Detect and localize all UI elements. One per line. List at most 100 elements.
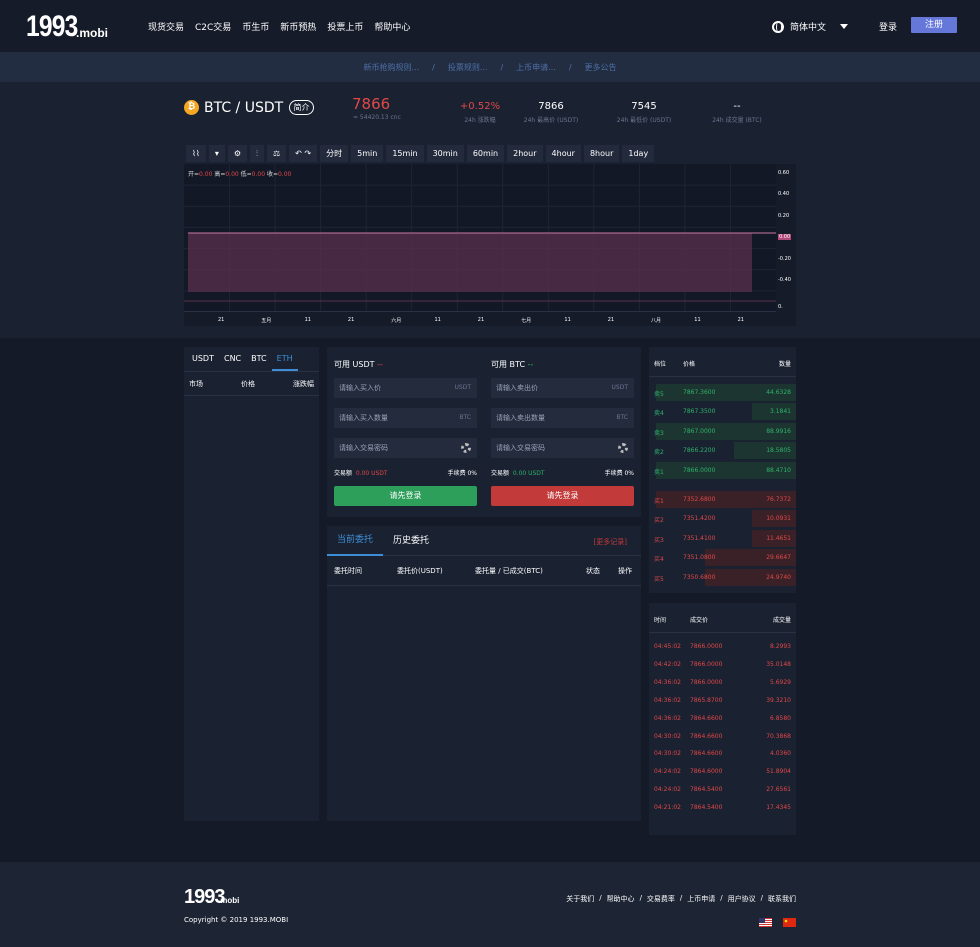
us-flag-icon[interactable] [759,918,772,927]
placeholder: 请输入卖出数量 [496,414,545,422]
tab-history-orders[interactable]: 历史委托 [383,527,439,555]
undo-icon[interactable]: ↶ ↷ [289,145,318,162]
interval-5min[interactable]: 5min [351,145,384,162]
book-level: 买3 [654,536,664,544]
book-level: 卖5 [654,391,664,398]
buy-price-input[interactable]: 请输入买入价 USDT [334,378,477,398]
book-row-sells[interactable]: 卖3 7867.0000 88.9916 [649,422,796,440]
footer-link-agreement[interactable]: 用户协议 [728,894,756,904]
unit-label: USDT [611,384,629,391]
book-row-buys[interactable]: 买2 7351.4200 10.0931 [649,510,796,528]
indicator-icon[interactable]: ⫶ [250,145,264,162]
interval-60min[interactable]: 60min [466,145,505,162]
tab-current-orders[interactable]: 当前委托 [327,526,384,556]
login-link[interactable]: 登录 [879,20,897,33]
nav-new-coin[interactable]: 新币预热 [280,20,316,33]
footer-link-about[interactable]: 关于我们 [566,894,594,904]
book-price: 7351.4100 [683,534,716,542]
notice-link[interactable]: 新币抢购规则... [363,62,419,73]
book-row-sells[interactable]: 卖4 7867.3500 3.1841 [649,403,796,421]
buy-total: 交易额 0.00 USDT 手续费 0% [334,468,477,477]
ohlc-readout: 开=0.00 高=0.00 低=0.00 收=0.00 [188,169,291,178]
book-row-sells[interactable]: 卖1 7866.0000 88.4710 [649,461,796,479]
tab-cnc[interactable]: CNC [219,347,246,371]
footer-link-contact[interactable]: 联系我们 [768,894,796,904]
footer-link-help[interactable]: 帮助中心 [607,894,635,904]
btc-coin-icon: ₿ [184,100,199,115]
interval-time[interactable]: 分时 [320,145,349,162]
interval-2hour[interactable]: 2hour [507,145,543,162]
settings-icon[interactable]: ⚙ [227,145,247,162]
chart-plot-area[interactable] [184,164,776,312]
buy-total-value: 0.00 USDT [355,470,388,477]
china-flag-icon[interactable] [783,918,796,927]
nav-vote-listing[interactable]: 投票上币 [327,20,363,33]
compare-icon[interactable]: ⚖ [267,145,287,162]
book-row-buys[interactable]: 买5 7350.6800 24.9740 [649,568,796,586]
interval-30min[interactable]: 30min [426,145,464,162]
book-row-buys[interactable]: 买3 7351.4100 11.4651 [649,529,796,547]
last-price-cny: ≈ 54420.13 cnc [353,114,401,121]
tab-eth[interactable]: ETH [271,347,298,371]
book-row-sells[interactable]: 卖5 7867.3600 44.6328 [649,384,796,401]
sell-amount-input[interactable]: 请输入卖出数量 BTC [491,408,634,428]
y-tick-label: 0. [778,304,783,310]
notice-link[interactable]: 投票规则... [448,62,488,73]
interval-4hour[interactable]: 4hour [545,145,581,162]
more-records-link[interactable]: [更多记录] [594,538,627,546]
price-area [188,233,752,292]
book-row-buys[interactable]: 买4 7351.0800 29.6647 [649,549,796,567]
gear-icon[interactable] [461,443,471,453]
unit-label: BTC [616,414,628,421]
tab-usdt[interactable]: USDT [187,347,219,371]
buy-available-value: -- [377,360,383,369]
sell-price-input[interactable]: 请输入卖出价 USDT [491,378,634,398]
sell-login-button[interactable]: 请先登录 [491,486,634,506]
book-qty: 44.6328 [766,389,791,396]
col-order-time: 委托时间 [334,566,362,575]
nav-coin-earn[interactable]: 币生币 [242,20,269,33]
tab-btc[interactable]: BTC [246,347,272,371]
intro-button[interactable]: 简介 [289,100,314,115]
stat-low: 7545 24h 最低价 (USDT) [604,101,684,124]
nav-spot-trading[interactable]: 现货交易 [148,20,184,33]
site-logo[interactable]: 1993 .mobi [26,10,108,44]
buy-password-input[interactable]: 请输入交易密码 [334,438,477,458]
trade-price: 7864.6000 [690,768,723,776]
register-button[interactable]: 注册 [911,17,957,33]
sell-password-input[interactable]: 请输入交易密码 [491,438,634,458]
stat-label: 24h 涨跌幅 [464,117,496,124]
chevron-down-icon[interactable]: ▾ [208,145,225,162]
notice-more-link[interactable]: 更多公告 [585,62,617,73]
footer-link-fees[interactable]: 交易费率 [647,894,675,904]
book-row-sells[interactable]: 卖2 7866.2200 18.5805 [649,442,796,460]
chart-type-icon[interactable]: ⌇⌇ [186,145,206,162]
buy-available-label: 可用 USDT [334,360,375,369]
buy-total-row: 交易额 0.00 USDT [334,468,388,477]
ohlc-close: 0.00 [277,171,292,178]
footer-logo[interactable]: 1993 .mobi [184,886,239,909]
stat-value: +0.52% [459,101,501,112]
x-tick-label: 六月 [391,318,402,324]
kline-chart[interactable]: ⌇⌇ ▾ ⚙ ⫶ ⚖ ↶ ↷ 分时 5min 15min 30min 60min… [184,144,796,326]
notice-link[interactable]: 上币申请... [516,62,556,73]
last-price: 7866 [352,95,391,113]
trade-volume: 51.8904 [766,768,791,776]
footer-link-listing[interactable]: 上币申请 [687,894,715,904]
interval-8hour[interactable]: 8hour [583,145,620,162]
nav-help-center[interactable]: 帮助中心 [374,20,410,33]
book-row-buys[interactable]: 买1 7352.6800 76.7372 [649,491,796,508]
sell-available-label: 可用 BTC [491,360,526,369]
gear-icon[interactable] [618,443,628,453]
interval-15min[interactable]: 15min [386,145,424,162]
sell-available: 可用 BTC -- [491,359,634,370]
buy-login-button[interactable]: 请先登录 [334,486,477,506]
interval-1day[interactable]: 1day [622,145,655,162]
market-panel: USDT CNC BTC ETH 市场 价格 涨跌幅 [184,347,319,821]
buy-amount-input[interactable]: 请输入买入数量 BTC [334,408,477,428]
trade-volume: 5.6929 [770,678,791,686]
trade-row: 04:21:02 7864.5400 17.4345 [649,799,796,817]
language-selector[interactable]: 简体中文 [772,20,849,33]
nav-c2c-trading[interactable]: C2C交易 [195,20,231,33]
book-header: 档位 价格 数量 [649,347,796,377]
